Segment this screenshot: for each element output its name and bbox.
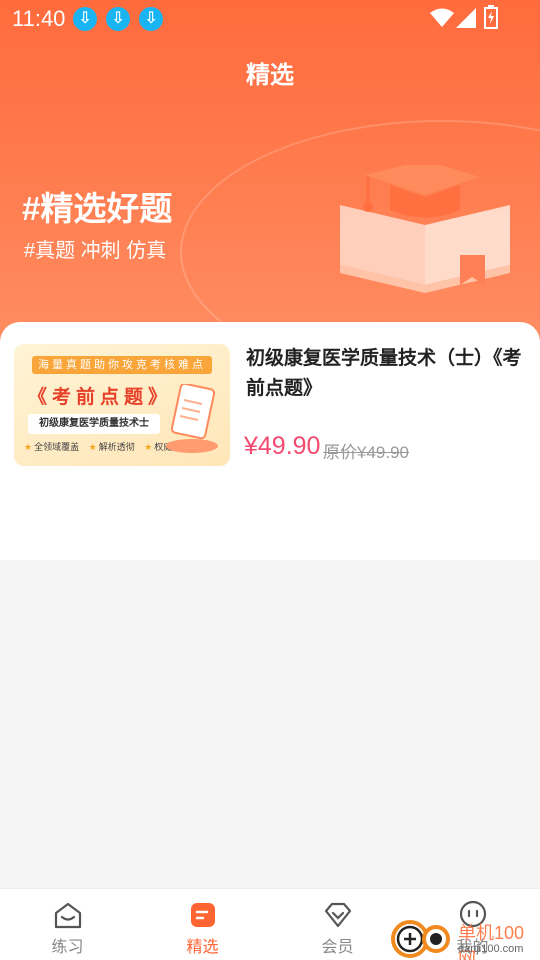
banner-title: #精选好题 xyxy=(22,190,173,227)
home-icon xyxy=(54,902,82,929)
document-icon xyxy=(166,384,218,453)
battery-icon xyxy=(484,5,498,29)
watermark-subtext: danji100.com xyxy=(458,943,524,955)
thumbnail-tag: 解析透彻 xyxy=(89,442,135,452)
thumbnail-main-text: 《考前点题》 xyxy=(28,387,173,408)
thumbnail-tag: 全领域覆盖 xyxy=(24,442,79,452)
download-icon: ⇩ xyxy=(73,7,97,31)
product-thumbnail: 海量真题助你攻克考核难点 《考前点题》 初级康复医学质量技术士 全领域覆盖 解析… xyxy=(14,344,230,466)
status-time: 11:40 xyxy=(12,6,66,31)
product-card[interactable]: 海量真题助你攻克考核难点 《考前点题》 初级康复医学质量技术士 全领域覆盖 解析… xyxy=(14,344,534,468)
tab-selected[interactable]: 精选 xyxy=(135,889,270,960)
product-original-price: 原价¥49.90 xyxy=(323,443,409,462)
thumbnail-top-text: 海量真题助你攻克考核难点 xyxy=(32,356,212,374)
download-icon: ⇩ xyxy=(106,7,130,31)
download-icon: ⇩ xyxy=(139,7,163,31)
thumbnail-name: 初级康复医学质量技术士 xyxy=(28,414,160,434)
product-price: ¥49.90 xyxy=(244,432,321,460)
tab-practice[interactable]: 练习 xyxy=(0,889,135,960)
wifi-icon xyxy=(430,8,454,27)
tab-label: 精选 xyxy=(186,939,219,956)
watermark: 单机100网 danji100.com xyxy=(390,915,540,960)
product-list: 海量真题助你攻克考核难点 《考前点题》 初级康复医学质量技术士 全领域覆盖 解析… xyxy=(0,322,540,560)
tab-label: 练习 xyxy=(51,939,84,956)
banner-subtitle: #真题 冲刺 仿真 xyxy=(24,240,167,262)
tab-member[interactable]: 会员 xyxy=(270,889,405,960)
signal-icon xyxy=(456,8,476,28)
selected-icon xyxy=(191,903,215,927)
diamond-icon xyxy=(324,902,352,928)
watermark-logo-icon xyxy=(391,920,450,958)
book-graduation-cap-icon xyxy=(340,165,510,293)
page-title: 精选 xyxy=(246,62,294,89)
status-bar: 11:40 ⇩ ⇩ ⇩ xyxy=(0,0,540,36)
product-title: 初级康复医学质量技术（士）《考前点题》 xyxy=(246,348,522,399)
tab-label: 会员 xyxy=(321,939,354,956)
header-banner: 11:40 ⇩ ⇩ ⇩ 精选 #精选好题 #真题 冲刺 仿真 xyxy=(0,0,540,345)
